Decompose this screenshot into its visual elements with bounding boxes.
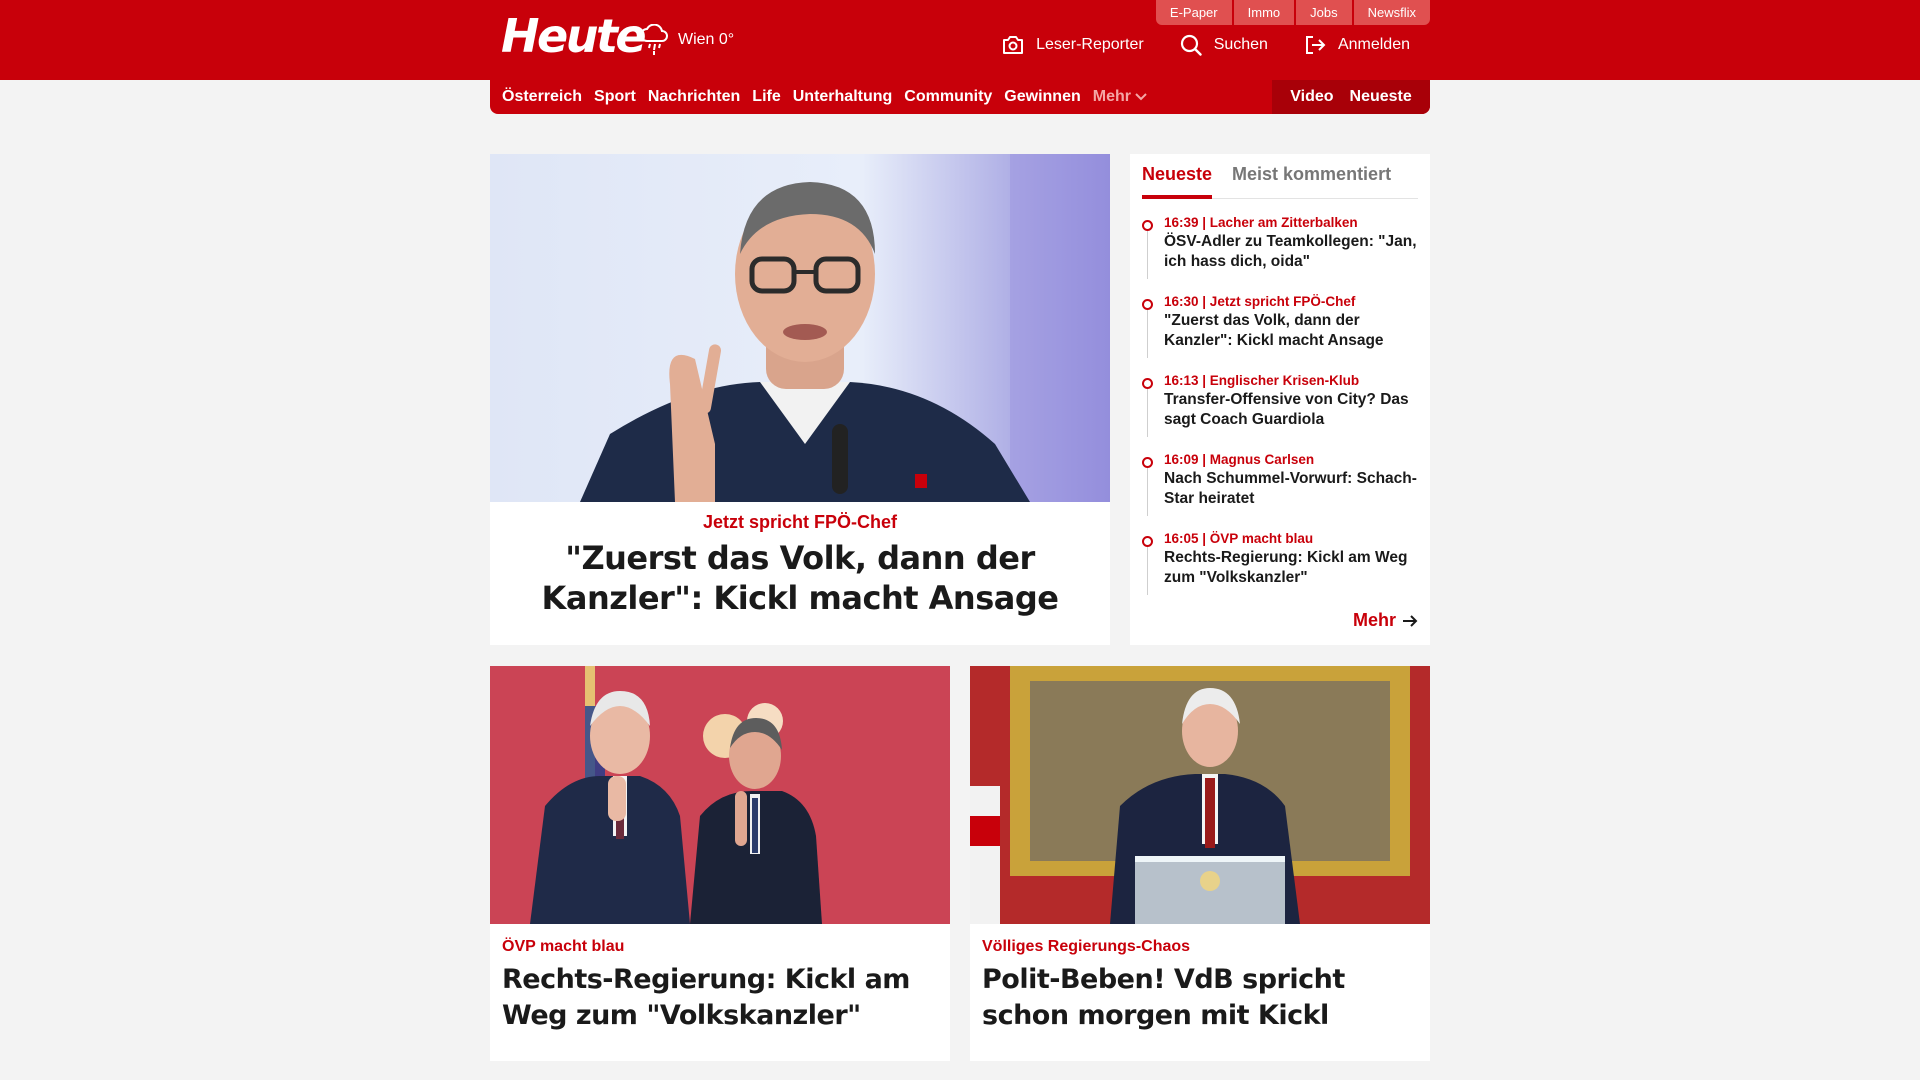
sidebar-tabs: Neueste Meist kommentiert — [1142, 154, 1418, 199]
timeline-line — [1147, 547, 1148, 595]
article-headline[interactable]: Rechts-Regierung: Kickl am Weg zum "Volk… — [502, 962, 938, 1034]
nav-sections: Österreich Sport Nachrichten Life Unterh… — [502, 80, 1159, 114]
sidebar-more-label: Mehr — [1352, 610, 1396, 630]
nav-more[interactable]: Mehr — [1093, 88, 1147, 106]
search-icon — [1180, 34, 1202, 56]
search-button[interactable]: Suchen — [1180, 34, 1268, 56]
login-icon — [1305, 36, 1326, 54]
weather-widget[interactable]: Wien 0° — [640, 24, 734, 56]
hero-kicker: Jetzt spricht FPÖ-Chef — [702, 512, 898, 532]
feed-item-meta: 16:13 | Englischer Krisen-Klub — [1164, 373, 1360, 388]
article-image[interactable] — [490, 666, 950, 924]
hero-article[interactable]: Jetzt spricht FPÖ-Chef "Zuerst das Volk,… — [490, 154, 1110, 645]
site-header: Heute Wien 0° E-Paper Immo Jobs Newsflix — [0, 0, 1920, 80]
timeline-line — [1147, 231, 1148, 279]
nav-neueste[interactable]: Neueste — [1350, 88, 1412, 106]
top-menu: E-Paper Immo Jobs Newsflix — [1154, 0, 1430, 25]
feed-item-title[interactable]: ÖSV-Adler zu Teamkollegen: "Jan, ich has… — [1164, 232, 1422, 272]
feed-item[interactable]: 16:05 | ÖVP macht blau Rechts-Regierung:… — [1142, 530, 1422, 609]
tab-meist-kommentiert[interactable]: Meist kommentiert — [1232, 154, 1391, 198]
top-menu-jobs[interactable]: Jobs — [1296, 0, 1352, 25]
hero-image[interactable] — [490, 154, 1110, 502]
article-image[interactable] — [970, 666, 1430, 924]
login-button[interactable]: Anmelden — [1304, 35, 1410, 55]
news-feed: 16:39 | Lacher am Zitterbalken ÖSV-Adler… — [1142, 214, 1422, 609]
search-label: Suchen — [1213, 36, 1268, 53]
timeline-line — [1147, 389, 1148, 437]
login-label: Anmelden — [1337, 36, 1410, 53]
timeline-dot — [1142, 220, 1153, 231]
nav-unterhaltung[interactable]: Unterhaltung — [793, 88, 893, 106]
nav-sport[interactable]: Sport — [594, 88, 636, 106]
nav-oesterreich[interactable]: Österreich — [502, 88, 582, 106]
timeline-dot — [1142, 378, 1153, 389]
feed-item-meta: 16:39 | Lacher am Zitterbalken — [1164, 215, 1358, 230]
heute-logo[interactable]: Heute — [501, 10, 647, 62]
feed-item-title[interactable]: Rechts-Regierung: Kickl am Weg zum "Volk… — [1164, 548, 1422, 588]
article-kicker: Völliges Regierungs-Chaos — [982, 938, 1191, 955]
timeline-line — [1147, 468, 1148, 516]
timeline-dot — [1142, 536, 1153, 547]
leser-reporter-button[interactable]: Leser-Reporter — [1002, 36, 1144, 54]
sidebar-more-link[interactable]: Mehr — [1353, 610, 1418, 631]
chevron-down-icon — [1135, 93, 1147, 101]
nav-nachrichten[interactable]: Nachrichten — [648, 88, 740, 106]
weather-rain-icon — [640, 24, 668, 55]
main-navigation: Österreich Sport Nachrichten Life Unterh… — [490, 80, 1430, 114]
feed-item[interactable]: 16:13 | Englischer Krisen-Klub Transfer-… — [1142, 372, 1422, 451]
top-menu-newsflix[interactable]: Newsflix — [1353, 0, 1430, 25]
feed-item-title[interactable]: Nach Schummel-Vorwurf: Schach-Star heira… — [1164, 469, 1422, 509]
timeline-dot — [1142, 457, 1153, 468]
article-card[interactable]: ÖVP macht blau Rechts-Regierung: Kickl a… — [490, 666, 950, 1061]
article-kicker: ÖVP macht blau — [502, 938, 625, 955]
feed-item[interactable]: 16:39 | Lacher am Zitterbalken ÖSV-Adler… — [1142, 214, 1422, 293]
nav-gewinnen[interactable]: Gewinnen — [1004, 88, 1080, 106]
feed-item[interactable]: 16:30 | Jetzt spricht FPÖ-Chef "Zuerst d… — [1142, 293, 1422, 372]
feed-item[interactable]: 16:09 | Magnus Carlsen Nach Schummel-Vor… — [1142, 451, 1422, 530]
tab-neueste[interactable]: Neueste — [1142, 154, 1213, 199]
feed-item-meta: 16:30 | Jetzt spricht FPÖ-Chef — [1164, 294, 1356, 309]
feed-item-meta: 16:09 | Magnus Carlsen — [1164, 452, 1315, 467]
feed-item-meta: 16:05 | ÖVP macht blau — [1164, 531, 1314, 546]
weather-text: Wien 0° — [678, 31, 735, 48]
timeline-dot — [1142, 299, 1153, 310]
timeline-line — [1147, 310, 1148, 358]
article-headline[interactable]: Polit-Beben! VdB spricht schon morgen mi… — [982, 962, 1418, 1034]
top-menu-epaper[interactable]: E-Paper — [1155, 0, 1232, 25]
header-inner: Heute Wien 0° E-Paper Immo Jobs Newsflix — [490, 0, 1430, 80]
camera-icon — [1003, 36, 1024, 54]
nav-more-label: Mehr — [1092, 88, 1131, 105]
header-actions: Leser-Reporter Suchen Anmelden — [966, 34, 1410, 56]
hero-headline[interactable]: "Zuerst das Volk, dann der Kanzler": Kic… — [510, 538, 1090, 618]
arrow-right-icon — [1403, 614, 1418, 627]
feed-item-title[interactable]: "Zuerst das Volk, dann der Kanzler": Kic… — [1164, 311, 1422, 351]
nav-highlights: Video Neueste — [1272, 80, 1430, 114]
article-card[interactable]: Völliges Regierungs-Chaos Polit-Beben! V… — [970, 666, 1430, 1061]
feed-item-title[interactable]: Transfer-Offensive von City? Das sagt Co… — [1164, 390, 1422, 430]
latest-news-sidebar: Neueste Meist kommentiert 16:39 | Lacher… — [1130, 154, 1430, 645]
nav-life[interactable]: Life — [752, 88, 780, 106]
top-menu-immo[interactable]: Immo — [1233, 0, 1295, 25]
nav-community[interactable]: Community — [904, 88, 992, 106]
nav-video[interactable]: Video — [1290, 88, 1333, 106]
leser-reporter-label: Leser-Reporter — [1036, 36, 1144, 53]
